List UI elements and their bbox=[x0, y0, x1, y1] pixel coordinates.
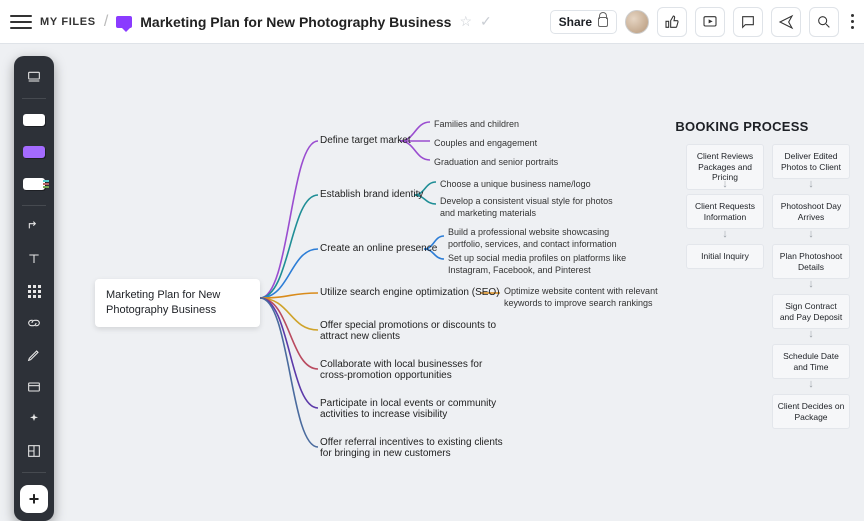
more-menu-icon[interactable] bbox=[851, 14, 854, 29]
leaf[interactable]: Set up social media profiles on platform… bbox=[448, 252, 653, 276]
tool-card-mindmap[interactable] bbox=[19, 171, 49, 197]
star-icon[interactable]: ☆ bbox=[459, 13, 472, 30]
arrow-down-icon: ↓ bbox=[686, 228, 764, 240]
tool-text[interactable] bbox=[19, 246, 49, 272]
branch-brand-identity[interactable]: Establish brand identity bbox=[320, 189, 423, 200]
checkmark-icon[interactable]: ✓ bbox=[480, 13, 492, 30]
canvas[interactable]: + Marketing Plan for New Photography Bus… bbox=[0, 44, 864, 512]
tool-link[interactable] bbox=[19, 310, 49, 336]
arrow-down-icon: ↓ bbox=[772, 378, 850, 390]
page-title[interactable]: Marketing Plan for New Photography Busin… bbox=[140, 14, 451, 30]
avatar[interactable] bbox=[625, 10, 649, 34]
branch-online[interactable]: Create an online presence bbox=[320, 243, 437, 254]
presentation-icon bbox=[116, 16, 132, 28]
tool-grid[interactable] bbox=[19, 278, 49, 304]
flow-title: BOOKING PROCESS bbox=[656, 119, 828, 134]
share-label: Share bbox=[559, 15, 592, 29]
share-button[interactable]: Share bbox=[550, 10, 617, 34]
tool-ai-sparkle[interactable] bbox=[19, 406, 49, 432]
tool-pen[interactable] bbox=[19, 342, 49, 368]
branch-target-market[interactable]: Define target market bbox=[320, 135, 411, 146]
tool-layout[interactable] bbox=[19, 438, 49, 464]
tool-card-purple[interactable] bbox=[19, 139, 49, 165]
top-bar: MY FILES / Marketing Plan for New Photog… bbox=[0, 0, 864, 44]
flow-box[interactable]: Client Decides on Package bbox=[772, 394, 850, 429]
leaf[interactable]: Couples and engagement bbox=[434, 137, 537, 149]
add-button[interactable]: + bbox=[20, 485, 48, 513]
leaf[interactable]: Develop a consistent visual style for ph… bbox=[440, 195, 630, 219]
tool-card-white[interactable] bbox=[19, 107, 49, 133]
leaf[interactable]: Graduation and senior portraits bbox=[434, 156, 558, 168]
branch-collab[interactable]: Collaborate with local businesses for cr… bbox=[320, 359, 510, 381]
tool-rail: + bbox=[14, 56, 54, 521]
breadcrumb-separator: / bbox=[104, 13, 108, 31]
menu-icon[interactable] bbox=[10, 15, 32, 29]
branch-referral[interactable]: Offer referral incentives to existing cl… bbox=[320, 437, 510, 459]
branch-promotions[interactable]: Offer special promotions or discounts to… bbox=[320, 320, 510, 342]
flow-box[interactable]: Sign Contract and Pay Deposit bbox=[772, 294, 850, 329]
arrow-down-icon: ↓ bbox=[772, 278, 850, 290]
arrow-down-icon: ↓ bbox=[772, 178, 850, 190]
leaf[interactable]: Optimize website content with relevant k… bbox=[504, 285, 674, 309]
leaf[interactable]: Families and children bbox=[434, 118, 519, 130]
play-button[interactable] bbox=[695, 7, 725, 37]
tool-arrow[interactable] bbox=[19, 214, 49, 240]
branch-events[interactable]: Participate in local events or community… bbox=[320, 398, 520, 420]
send-button[interactable] bbox=[771, 7, 801, 37]
tool-templates[interactable] bbox=[19, 64, 49, 90]
flow-box[interactable]: Photoshoot Day Arrives bbox=[772, 194, 850, 229]
arrow-down-icon: ↓ bbox=[772, 228, 850, 240]
flow-box[interactable]: Client Requests Information bbox=[686, 194, 764, 229]
branch-seo[interactable]: Utilize search engine optimization (SEO) bbox=[320, 287, 500, 298]
comment-button[interactable] bbox=[733, 7, 763, 37]
lock-icon bbox=[598, 17, 608, 27]
flow-box[interactable]: Initial Inquiry bbox=[686, 244, 764, 269]
flow-box[interactable]: Schedule Date and Time bbox=[772, 344, 850, 379]
arrow-down-icon: ↓ bbox=[686, 178, 764, 190]
search-button[interactable] bbox=[809, 7, 839, 37]
like-button[interactable] bbox=[657, 7, 687, 37]
tool-browser[interactable] bbox=[19, 374, 49, 400]
breadcrumb-root[interactable]: MY FILES bbox=[40, 16, 96, 28]
arrow-down-icon: ↓ bbox=[772, 328, 850, 340]
mindmap-root[interactable]: Marketing Plan for New Photography Busin… bbox=[95, 279, 260, 327]
leaf[interactable]: Build a professional website showcasing … bbox=[448, 226, 643, 250]
flow-box[interactable]: Plan Photoshoot Details bbox=[772, 244, 850, 279]
flow-box[interactable]: Deliver Edited Photos to Client bbox=[772, 144, 850, 179]
leaf[interactable]: Choose a unique business name/logo bbox=[440, 178, 591, 190]
